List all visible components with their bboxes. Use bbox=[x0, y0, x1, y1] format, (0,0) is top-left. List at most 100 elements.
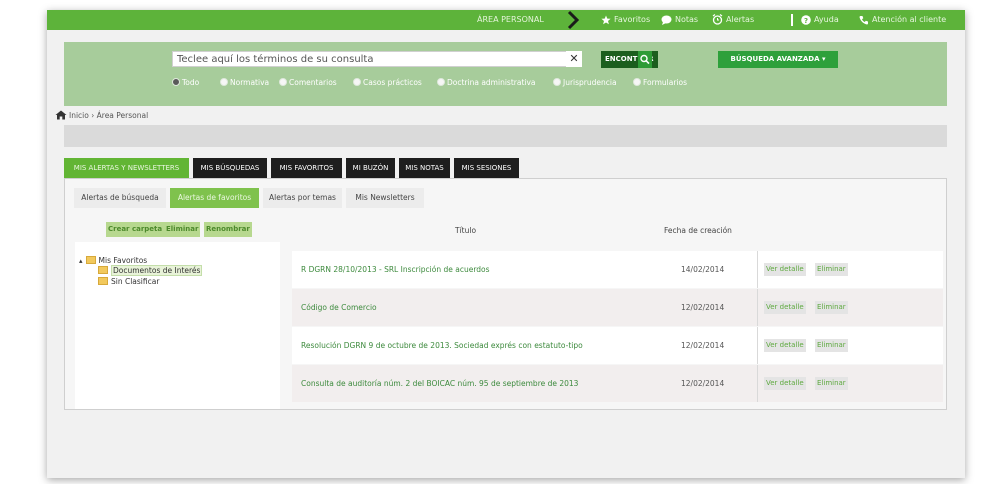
delete-folder-button[interactable]: Eliminar bbox=[164, 222, 201, 237]
table-row: Consulta de auditoría núm. 2 del BOICAC … bbox=[292, 365, 943, 402]
tree-node-label: Sin Clasificar bbox=[111, 277, 160, 286]
tab-busquedas[interactable]: MIS BÚSQUEDAS bbox=[193, 158, 267, 178]
radio-icon bbox=[633, 78, 641, 86]
radio-icon bbox=[279, 78, 287, 86]
favorite-title-link[interactable]: Consulta de auditoría núm. 2 del BOICAC … bbox=[301, 365, 578, 402]
delete-button[interactable]: Eliminar bbox=[815, 377, 848, 390]
tab-notas[interactable]: MIS NOTAS bbox=[399, 158, 450, 178]
tree-node-documentos[interactable]: Documentos de Interés bbox=[98, 265, 203, 276]
clear-icon[interactable]: ✕ bbox=[566, 51, 582, 67]
star-icon bbox=[601, 15, 611, 24]
search-icon[interactable] bbox=[638, 51, 652, 68]
home-icon[interactable] bbox=[55, 110, 67, 120]
info-bar bbox=[64, 125, 947, 147]
view-detail-button[interactable]: Ver detalle bbox=[764, 377, 806, 390]
alerts-link[interactable]: Alertas bbox=[712, 10, 754, 30]
creation-date: 12/02/2014 bbox=[681, 341, 725, 350]
view-detail-button[interactable]: Ver detalle bbox=[764, 263, 806, 276]
alarm-clock-icon bbox=[712, 14, 723, 25]
folder-icon bbox=[85, 256, 96, 264]
advanced-search-button[interactable]: BÚSQUEDA AVANZADA ▾ bbox=[718, 51, 838, 68]
favorite-title-link[interactable]: Código de Comercio bbox=[301, 289, 377, 326]
notes-link[interactable]: Notas bbox=[661, 10, 698, 30]
breadcrumb-separator: › bbox=[91, 111, 95, 120]
alerts-label: Alertas bbox=[726, 15, 755, 24]
favorite-title-link[interactable]: R DGRN 28/10/2013 - SRL Inscripción de a… bbox=[301, 251, 490, 288]
help-icon: ? bbox=[801, 14, 811, 25]
create-folder-button[interactable]: Crear carpeta bbox=[106, 222, 165, 237]
customer-service-link[interactable]: Atención al cliente bbox=[859, 10, 946, 30]
tab-sesiones[interactable]: MIS SESIONES bbox=[454, 158, 519, 178]
filter-todo[interactable]: Todo bbox=[172, 78, 199, 87]
creation-date: 14/02/2014 bbox=[681, 265, 725, 274]
search-input[interactable]: Teclee aquí los términos de su consulta bbox=[172, 51, 582, 67]
tree-root[interactable]: ▴ Mis Favoritos bbox=[79, 256, 147, 265]
folder-icon bbox=[98, 266, 108, 274]
table-row: Resolución DGRN 9 de octubre de 2013. So… bbox=[292, 327, 943, 364]
chevron-right-icon bbox=[566, 10, 580, 30]
creation-date: 12/02/2014 bbox=[681, 303, 725, 312]
svg-text:?: ? bbox=[804, 17, 808, 25]
breadcrumb-home[interactable]: Inicio bbox=[69, 111, 89, 120]
collapse-icon[interactable]: ▴ bbox=[79, 257, 83, 265]
radio-icon bbox=[353, 78, 361, 86]
folder-tree: ▴ Mis Favoritos Documentos de Interés Sin… bbox=[75, 242, 280, 409]
delete-button[interactable]: Eliminar bbox=[815, 301, 848, 314]
filter-normativa[interactable]: Normativa bbox=[220, 78, 269, 87]
delete-button[interactable]: Eliminar bbox=[815, 263, 848, 276]
filter-formularios[interactable]: Formularios bbox=[633, 78, 687, 87]
filter-doctrina[interactable]: Doctrina administrativa bbox=[437, 78, 536, 87]
tab-alertas-newsletters[interactable]: MIS ALERTAS Y NEWSLETTERS bbox=[64, 158, 189, 178]
favorites-link[interactable]: Favoritos bbox=[601, 10, 650, 30]
table-row: Código de Comercio 12/02/2014 Ver detall… bbox=[292, 289, 943, 326]
filter-comentarios[interactable]: Comentarios bbox=[279, 78, 337, 87]
breadcrumb-current: Área Personal bbox=[96, 111, 149, 120]
tree-node-sin-clasificar[interactable]: Sin Clasificar bbox=[98, 277, 159, 286]
tab-buzon[interactable]: MI BUZÓN bbox=[346, 158, 395, 178]
favorites-label: Favoritos bbox=[614, 15, 651, 24]
phone-icon bbox=[859, 15, 868, 24]
radio-icon bbox=[172, 78, 180, 86]
rename-folder-button[interactable]: Renombrar bbox=[204, 222, 252, 237]
customer-service-label: Atención al cliente bbox=[872, 15, 947, 24]
search-panel: Teclee aquí los términos de su consulta … bbox=[64, 42, 947, 106]
filter-label: Todo bbox=[182, 78, 200, 87]
content-panel: Alertas de búsqueda Alertas de favoritos… bbox=[64, 178, 947, 410]
subtab-newsletters[interactable]: Mis Newsletters bbox=[346, 188, 424, 208]
filter-label: Doctrina administrativa bbox=[447, 78, 536, 87]
area-personal-link[interactable]: ÁREA PERSONAL bbox=[477, 10, 544, 30]
divider bbox=[757, 327, 758, 364]
help-link[interactable]: ? Ayuda bbox=[801, 10, 839, 30]
divider bbox=[757, 251, 758, 288]
view-detail-button[interactable]: Ver detalle bbox=[764, 301, 806, 314]
radio-icon bbox=[437, 78, 445, 86]
view-detail-button[interactable]: Ver detalle bbox=[764, 339, 806, 352]
column-header-date[interactable]: Fecha de creación bbox=[664, 226, 732, 235]
help-label: Ayuda bbox=[814, 15, 839, 24]
column-header-title[interactable]: Título bbox=[455, 226, 476, 235]
delete-button[interactable]: Eliminar bbox=[815, 339, 848, 352]
filter-label: Formularios bbox=[643, 78, 687, 87]
subtab-alertas-busqueda[interactable]: Alertas de búsqueda bbox=[74, 188, 166, 208]
breadcrumb: Inicio › Área Personal bbox=[55, 110, 148, 120]
tab-favoritos[interactable]: MIS FAVORITOS bbox=[271, 158, 342, 178]
filter-casos-practicos[interactable]: Casos prácticos bbox=[353, 78, 422, 87]
divider bbox=[757, 365, 758, 402]
creation-date: 12/02/2014 bbox=[681, 379, 725, 388]
filter-jurisprudencia[interactable]: Jurisprudencia bbox=[553, 78, 617, 87]
filter-label: Normativa bbox=[230, 78, 270, 87]
filter-label: Comentarios bbox=[289, 78, 337, 87]
table-row: R DGRN 28/10/2013 - SRL Inscripción de a… bbox=[292, 251, 943, 288]
divider bbox=[757, 289, 758, 326]
subtab-alertas-favoritos[interactable]: Alertas de favoritos bbox=[170, 188, 259, 208]
radio-icon bbox=[220, 78, 228, 86]
folder-icon bbox=[98, 277, 108, 285]
speech-bubble-icon bbox=[661, 15, 672, 25]
notes-label: Notas bbox=[675, 15, 699, 24]
filter-label: Jurisprudencia bbox=[563, 78, 617, 87]
favorite-title-link[interactable]: Resolución DGRN 9 de octubre de 2013. So… bbox=[301, 327, 583, 364]
tree-node-label: Documentos de Interés bbox=[111, 265, 203, 276]
divider bbox=[791, 14, 793, 26]
subtab-alertas-temas[interactable]: Alertas por temas bbox=[263, 188, 342, 208]
filter-label: Casos prácticos bbox=[363, 78, 422, 87]
